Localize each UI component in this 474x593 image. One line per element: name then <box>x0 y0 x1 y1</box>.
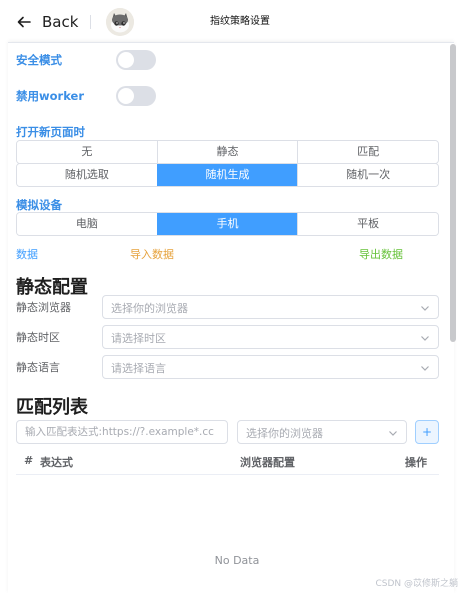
page-title: 指纹策略设置 <box>210 16 270 27</box>
match-browser-select[interactable]: 选择你的浏览器 <box>237 420 407 444</box>
disable-worker-switch[interactable] <box>116 86 156 106</box>
select-placeholder: 请选择语言 <box>111 362 166 375</box>
safe-mode-label: 安全模式 <box>16 53 62 67</box>
open-new-page-options-row1: 无 静态 匹配 <box>16 140 439 164</box>
divider <box>90 15 91 29</box>
static-language-label: 静态语言 <box>16 361 60 374</box>
back-button[interactable]: Back <box>16 10 78 34</box>
match-expression-input[interactable] <box>16 420 228 444</box>
column-browser-config: 浏览器配置 <box>240 456 295 469</box>
select-placeholder: 选择你的浏览器 <box>111 302 188 315</box>
disable-worker-row: 禁用worker <box>16 86 156 106</box>
arrow-left-icon <box>17 16 31 28</box>
static-timezone-label: 静态时区 <box>16 331 60 344</box>
static-browser-select[interactable]: 选择你的浏览器 <box>102 295 439 319</box>
static-timezone-row: 静态时区 请选择时区 <box>16 325 439 349</box>
column-expression: 表达式 <box>40 456 73 469</box>
select-placeholder: 选择你的浏览器 <box>246 427 323 440</box>
static-language-row: 静态语言 请选择语言 <box>16 355 439 379</box>
top-bar: Back 指纹策略设置 <box>0 0 474 44</box>
option-random-pick[interactable]: 随机选取 <box>17 164 157 186</box>
switch-knob <box>118 88 134 104</box>
safe-mode-switch[interactable] <box>116 50 156 70</box>
add-match-button[interactable]: + <box>415 420 439 444</box>
chevron-down-icon <box>389 431 397 436</box>
data-label: 数据 <box>16 248 38 261</box>
avatar[interactable] <box>106 8 134 36</box>
option-match[interactable]: 匹配 <box>297 141 438 163</box>
match-list-heading: 匹配列表 <box>16 397 88 418</box>
switch-knob <box>118 52 134 68</box>
export-data-button[interactable]: 导出数据 <box>359 246 403 262</box>
column-index: # <box>24 454 34 467</box>
option-none[interactable]: 无 <box>17 141 157 163</box>
device-option-tablet[interactable]: 平板 <box>297 213 438 235</box>
data-row: 数据 导入数据 导出数据 <box>16 246 439 262</box>
device-option-mobile[interactable]: 手机 <box>156 213 298 235</box>
scrollbar[interactable] <box>450 44 456 342</box>
open-new-page-label: 打开新页面时 <box>16 125 85 139</box>
option-static[interactable]: 静态 <box>156 141 298 163</box>
empty-state: No Data <box>214 554 260 567</box>
device-options: 电脑 手机 平板 <box>16 212 439 236</box>
static-browser-row: 静态浏览器 选择你的浏览器 <box>16 295 439 319</box>
static-language-select[interactable]: 请选择语言 <box>102 355 439 379</box>
disable-worker-label: 禁用worker <box>16 89 85 103</box>
import-data-button[interactable]: 导入数据 <box>130 246 174 262</box>
option-random-generate[interactable]: 随机生成 <box>156 164 298 186</box>
select-placeholder: 请选择时区 <box>111 332 166 345</box>
safe-mode-row: 安全模式 <box>16 50 156 70</box>
open-new-page-options-row2: 随机选取 随机生成 随机一次 <box>16 163 439 187</box>
match-table-header: # 表达式 浏览器配置 操作 <box>16 449 439 475</box>
watermark: CSDN @苡修斯之躺 <box>375 579 458 589</box>
chevron-down-icon <box>421 366 429 371</box>
device-option-pc[interactable]: 电脑 <box>17 213 157 235</box>
static-browser-label: 静态浏览器 <box>16 301 71 314</box>
device-label: 模拟设备 <box>16 198 62 212</box>
column-actions: 操作 <box>405 456 427 469</box>
option-random-once[interactable]: 随机一次 <box>297 164 438 186</box>
static-timezone-select[interactable]: 请选择时区 <box>102 325 439 349</box>
chevron-down-icon <box>421 306 429 311</box>
cat-avatar-icon <box>106 8 134 36</box>
back-label: Back <box>42 13 79 31</box>
chevron-down-icon <box>421 336 429 341</box>
